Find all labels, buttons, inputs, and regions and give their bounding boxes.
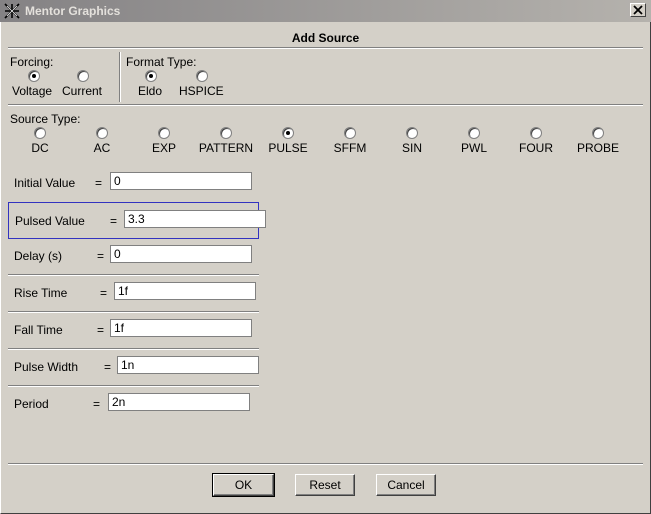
- forcing-voltage-radio[interactable]: [28, 70, 40, 82]
- equals-sign: =: [104, 360, 112, 374]
- input-delay-s[interactable]: [110, 245, 252, 263]
- input-initial-value[interactable]: [110, 172, 252, 190]
- input-fall-time[interactable]: [110, 319, 252, 337]
- forcing-current-radio[interactable]: [77, 70, 89, 82]
- forcing-label: Forcing:: [10, 55, 54, 69]
- field-label-period: Period: [14, 397, 49, 411]
- input-rise-time[interactable]: [114, 282, 256, 300]
- ok-button[interactable]: OK: [212, 473, 275, 497]
- field-row-initial-value: Initial Value =: [8, 165, 259, 202]
- format-eldo-label[interactable]: Eldo: [138, 84, 162, 98]
- divider: [8, 463, 643, 465]
- source-type-dc-radio[interactable]: [34, 127, 46, 139]
- format-hspice-label[interactable]: HSPICE: [179, 84, 224, 98]
- field-label-fall-time: Fall Time: [14, 323, 63, 337]
- reset-button[interactable]: Reset: [295, 474, 355, 496]
- equals-sign: =: [110, 214, 118, 228]
- field-label-delay-s: Delay (s): [14, 249, 63, 263]
- source-type-sin-radio[interactable]: [406, 127, 418, 139]
- field-row-pulsed-value: Pulsed Value =: [8, 202, 266, 239]
- source-type-pulse-radio[interactable]: [282, 127, 294, 139]
- input-pulse-width[interactable]: [117, 356, 259, 374]
- source-type-sffm-radio[interactable]: [344, 127, 356, 139]
- format-type-label: Format Type:: [126, 55, 197, 69]
- source-type-probe-radio[interactable]: [592, 127, 604, 139]
- group-divider: [119, 52, 121, 102]
- equals-sign: =: [97, 249, 105, 263]
- equals-sign: =: [93, 397, 101, 411]
- dialog-title: Add Source: [291, 31, 360, 45]
- equals-sign: =: [100, 286, 108, 300]
- divider: [8, 47, 643, 49]
- source-type-four-radio[interactable]: [530, 127, 542, 139]
- field-row-period: Period =: [8, 386, 259, 423]
- field-row-pulse-width: Pulse Width =: [8, 349, 259, 386]
- field-row-delay-s: Delay (s) =: [8, 238, 259, 275]
- format-eldo-radio[interactable]: [145, 70, 157, 82]
- field-label-pulsed-value: Pulsed Value: [15, 214, 85, 228]
- field-row-rise-time: Rise Time =: [8, 275, 259, 312]
- field-label-initial-value: Initial Value: [14, 176, 76, 190]
- forcing-current-label[interactable]: Current: [62, 84, 102, 98]
- source-type-pwl-radio[interactable]: [468, 127, 480, 139]
- close-button[interactable]: [630, 3, 646, 17]
- source-type-ac-radio[interactable]: [96, 127, 108, 139]
- divider: [8, 104, 643, 106]
- source-type-label: Source Type:: [10, 112, 81, 126]
- format-hspice-radio[interactable]: [196, 70, 208, 82]
- equals-sign: =: [95, 176, 103, 190]
- field-label-rise-time: Rise Time: [14, 286, 68, 300]
- cancel-button[interactable]: Cancel: [376, 474, 436, 496]
- field-row-fall-time: Fall Time =: [8, 312, 259, 349]
- title-bar: Mentor Graphics: [0, 0, 651, 22]
- window-title: Mentor Graphics: [25, 4, 121, 18]
- close-icon: [633, 5, 643, 15]
- source-type-pattern-radio[interactable]: [220, 127, 232, 139]
- source-type-exp-radio[interactable]: [158, 127, 170, 139]
- field-label-pulse-width: Pulse Width: [14, 360, 79, 374]
- input-pulsed-value[interactable]: [124, 210, 266, 228]
- equals-sign: =: [97, 323, 105, 337]
- mentor-logo-icon: [4, 3, 20, 19]
- source-type-probe-label[interactable]: PROBE: [558, 141, 638, 155]
- input-period[interactable]: [108, 393, 250, 411]
- forcing-voltage-label[interactable]: Voltage: [12, 84, 52, 98]
